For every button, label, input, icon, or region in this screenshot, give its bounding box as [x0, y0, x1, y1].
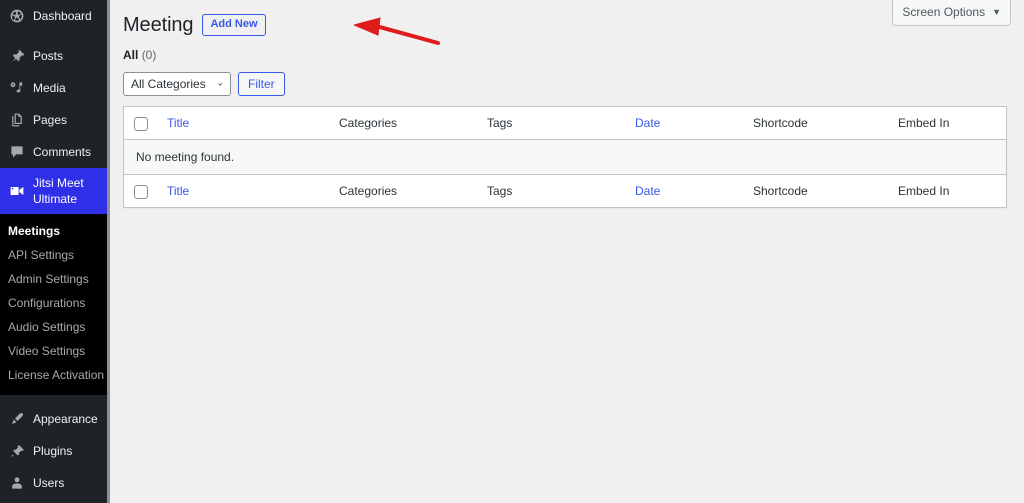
- sidebar-item-label: Dashboard: [33, 9, 92, 23]
- submenu-item-label: Configurations: [8, 296, 86, 310]
- sidebar-item-label: Jitsi Meet Ultimate: [33, 176, 84, 206]
- page-header: Meeting Add New: [123, 8, 1008, 38]
- table-header-row: Title Categories Tags Date Shortcode Emb…: [124, 107, 1006, 140]
- column-footer-title: Title: [157, 174, 329, 207]
- filter-link-all-count: (0): [141, 48, 157, 62]
- table-body: No meeting found.: [124, 140, 1006, 174]
- submenu-item-video-settings[interactable]: Video Settings: [0, 339, 110, 363]
- select-all-checkbox[interactable]: [134, 116, 148, 131]
- column-footer-shortcode: Shortcode: [743, 174, 888, 207]
- table-footer-row: Title Categories Tags Date Shortcode Emb…: [124, 174, 1006, 207]
- empty-state-row: No meeting found.: [124, 140, 1006, 174]
- plug-icon: [8, 442, 26, 460]
- column-header-date: Date: [625, 107, 743, 140]
- sort-link-title-footer[interactable]: Title: [167, 184, 189, 198]
- column-header-embed-in: Embed In: [888, 107, 1006, 140]
- select-all-checkbox-footer[interactable]: [134, 184, 148, 199]
- filter-button[interactable]: Filter: [238, 72, 285, 96]
- user-icon: [8, 474, 26, 492]
- submenu-item-api-settings[interactable]: API Settings: [0, 243, 110, 267]
- sidebar-item-posts[interactable]: Posts: [0, 40, 110, 72]
- sidebar-item-dashboard[interactable]: Dashboard: [0, 0, 110, 32]
- sidebar-item-label: Comments: [33, 145, 92, 159]
- filter-link-all[interactable]: All: [123, 48, 138, 62]
- submenu-item-label: Meetings: [8, 224, 61, 238]
- table-navigation-top: All Categories ⌄ Filter: [123, 72, 1008, 96]
- column-header-categories: Categories: [329, 107, 477, 140]
- sidebar-divider: [0, 32, 110, 40]
- sidebar-item-label: Pages: [33, 113, 68, 127]
- sort-link-date-footer[interactable]: Date: [635, 184, 660, 198]
- column-header-title: Title: [157, 107, 329, 140]
- submenu-item-meetings[interactable]: Meetings: [0, 219, 110, 243]
- sidebar-item-label: Media: [33, 81, 66, 95]
- submenu-item-configurations[interactable]: Configurations: [0, 291, 110, 315]
- submenu-item-label: Audio Settings: [8, 320, 86, 334]
- wordpress-admin-screen: Dashboard Posts Media Pages Comments Jit…: [0, 0, 1024, 503]
- dashboard-icon: [8, 7, 26, 25]
- sidebar-item-users[interactable]: Users: [0, 467, 110, 499]
- chevron-down-icon: ▼: [992, 6, 1001, 17]
- pages-icon: [8, 111, 26, 129]
- column-footer-tags: Tags: [477, 174, 625, 207]
- column-footer-categories: Categories: [329, 174, 477, 207]
- screen-options-label: Screen Options: [902, 5, 986, 19]
- comments-icon: [8, 143, 26, 161]
- sidebar-item-media[interactable]: Media: [0, 72, 110, 104]
- sidebar-item-label: Posts: [33, 49, 64, 63]
- sort-link-title[interactable]: Title: [167, 116, 189, 130]
- sidebar-item-jitsi-meet-ultimate[interactable]: Jitsi Meet Ultimate: [0, 168, 110, 214]
- admin-sidebar: Dashboard Posts Media Pages Comments Jit…: [0, 0, 110, 503]
- sidebar-item-label: Plugins: [33, 444, 73, 458]
- category-select-wrapper: All Categories ⌄: [123, 72, 231, 96]
- meetings-table: Title Categories Tags Date Shortcode Emb…: [123, 106, 1007, 208]
- empty-state-message: No meeting found.: [124, 140, 1006, 174]
- content-container: Meeting Add New All (0) All Categories ⌄…: [110, 0, 1024, 208]
- sidebar-item-label: Appearance: [33, 412, 98, 426]
- status-filter-links: All (0): [123, 48, 1008, 63]
- sidebar-item-comments[interactable]: Comments: [0, 136, 110, 168]
- brush-icon: [8, 410, 26, 428]
- sidebar-item-plugins[interactable]: Plugins: [0, 435, 110, 467]
- submenu-item-label: API Settings: [8, 248, 75, 262]
- submenu-item-label: Video Settings: [8, 344, 86, 358]
- select-all-footer-header: [124, 174, 157, 207]
- sidebar-item-tools[interactable]: Tools: [0, 499, 110, 503]
- sidebar-item-appearance[interactable]: Appearance: [0, 403, 110, 435]
- main-content: Screen Options ▼ Meeting Add New All (0)…: [110, 0, 1024, 503]
- category-filter-select[interactable]: All Categories: [123, 72, 231, 96]
- sort-link-date[interactable]: Date: [635, 116, 660, 130]
- media-icon: [8, 79, 26, 97]
- column-footer-embed-in: Embed In: [888, 174, 1006, 207]
- sidebar-item-label: Users: [33, 476, 65, 490]
- video-camera-icon: [8, 182, 26, 200]
- submenu-item-label: License Activation: [8, 368, 105, 382]
- jitsi-submenu: Meetings API Settings Admin Settings Con…: [0, 214, 110, 395]
- pin-icon: [8, 47, 26, 65]
- select-all-header: [124, 107, 157, 140]
- submenu-item-label: Admin Settings: [8, 272, 89, 286]
- add-new-button[interactable]: Add New: [202, 14, 266, 36]
- submenu-item-admin-settings[interactable]: Admin Settings: [0, 267, 110, 291]
- screen-options-button[interactable]: Screen Options ▼: [892, 0, 1011, 26]
- screen-options-wrapper: Screen Options ▼: [892, 0, 1011, 26]
- column-header-tags: Tags: [477, 107, 625, 140]
- page-title: Meeting: [123, 14, 194, 36]
- table-head: Title Categories Tags Date Shortcode Emb…: [124, 107, 1006, 140]
- column-footer-date: Date: [625, 174, 743, 207]
- submenu-item-license-activation[interactable]: License Activation: [0, 363, 110, 387]
- sidebar-item-pages[interactable]: Pages: [0, 104, 110, 136]
- submenu-item-audio-settings[interactable]: Audio Settings: [0, 315, 110, 339]
- table-foot: Title Categories Tags Date Shortcode Emb…: [124, 174, 1006, 207]
- sidebar-divider: [0, 395, 110, 403]
- column-header-shortcode: Shortcode: [743, 107, 888, 140]
